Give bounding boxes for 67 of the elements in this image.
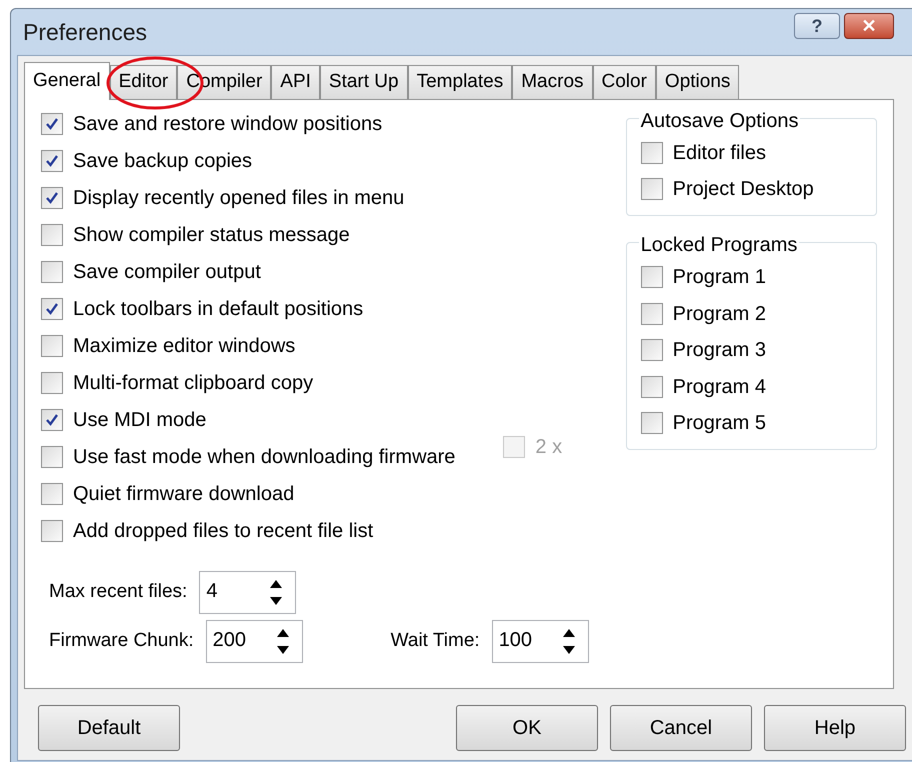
checkbox-label: Editor files xyxy=(672,141,766,165)
checkmark-icon xyxy=(45,413,59,427)
checkbox[interactable] xyxy=(41,261,63,283)
tab[interactable]: Options xyxy=(656,65,740,99)
tab[interactable]: General xyxy=(24,62,110,100)
spinner-value: 4 xyxy=(206,579,218,604)
spinner-value: 200 xyxy=(212,628,246,653)
checkbox[interactable] xyxy=(640,339,663,361)
checkbox-label: Use MDI mode xyxy=(73,408,206,432)
tab[interactable]: Macros xyxy=(512,65,593,99)
checkbox[interactable] xyxy=(41,150,63,172)
checkbox-label: Save compiler output xyxy=(73,260,261,284)
checkbox-label: Program 5 xyxy=(672,411,766,435)
checkmark-icon xyxy=(45,154,59,168)
checkbox[interactable] xyxy=(41,298,63,320)
checkbox-label: Program 4 xyxy=(672,374,766,398)
checkbox-label: Add dropped files to recent file list xyxy=(73,519,374,543)
checkmark-icon xyxy=(45,302,59,316)
checkbox-label: 2 x xyxy=(535,435,562,459)
tab[interactable]: Start Up xyxy=(320,65,408,99)
checkbox[interactable] xyxy=(41,187,63,209)
spinner-label: Max recent files: xyxy=(49,580,188,604)
checkbox[interactable] xyxy=(41,372,63,394)
spinner-value: 100 xyxy=(498,628,532,653)
checkbox-label: Save backup copies xyxy=(73,149,252,173)
tab[interactable]: API xyxy=(271,65,320,99)
checkbox[interactable] xyxy=(41,113,63,135)
checkbox-label: Program 1 xyxy=(672,265,766,289)
checkbox-label: Program 3 xyxy=(672,338,766,362)
checkbox[interactable] xyxy=(640,266,663,288)
checkbox[interactable] xyxy=(41,520,63,542)
checkbox[interactable] xyxy=(41,446,63,468)
tab[interactable]: Editor xyxy=(110,65,178,99)
window-title: Preferences xyxy=(23,18,148,47)
checkbox-label: Maximize editor windows xyxy=(73,334,296,358)
checkbox-label: Use fast mode when downloading firmware xyxy=(73,445,456,469)
checkbox[interactable] xyxy=(41,483,63,505)
tab[interactable]: Color xyxy=(592,65,656,99)
dialog-button[interactable]: Default xyxy=(38,705,180,751)
checkbox-label: Multi-format clipboard copy xyxy=(73,371,314,395)
spinner-label: Wait Time: xyxy=(390,629,480,654)
checkmark-icon xyxy=(45,191,59,205)
number-spinner[interactable]: 100 xyxy=(492,620,589,663)
dialog-button[interactable]: OK xyxy=(456,705,598,751)
number-spinner[interactable]: 200 xyxy=(206,620,303,663)
dialog-button[interactable]: Cancel xyxy=(610,705,752,751)
checkbox-label: Project Desktop xyxy=(672,177,814,201)
checkbox[interactable] xyxy=(640,178,663,200)
spinner-label: Firmware Chunk: xyxy=(49,629,194,654)
checkbox[interactable] xyxy=(640,376,663,398)
checkbox[interactable] xyxy=(41,409,63,431)
checkbox-label: Lock toolbars in default positions xyxy=(73,297,364,321)
checkbox[interactable] xyxy=(41,335,63,357)
checkmark-icon xyxy=(45,117,59,131)
checkbox[interactable] xyxy=(640,302,663,324)
number-spinner[interactable]: 4 xyxy=(199,571,296,614)
checkbox-label: Display recently opened files in menu xyxy=(73,186,404,210)
checkbox-label: Show compiler status message xyxy=(73,223,350,247)
checkbox[interactable] xyxy=(640,142,663,164)
dialog-button[interactable]: Help xyxy=(764,705,906,751)
checkbox[interactable] xyxy=(41,224,63,246)
tab[interactable]: Templates xyxy=(408,65,512,99)
checkbox[interactable] xyxy=(640,412,663,434)
checkbox-label: Save and restore window positions xyxy=(73,112,382,136)
help-button[interactable]: ? xyxy=(794,13,840,39)
checkbox-label: Quiet firmware download xyxy=(73,482,294,506)
checkbox-label: Program 2 xyxy=(672,302,766,326)
